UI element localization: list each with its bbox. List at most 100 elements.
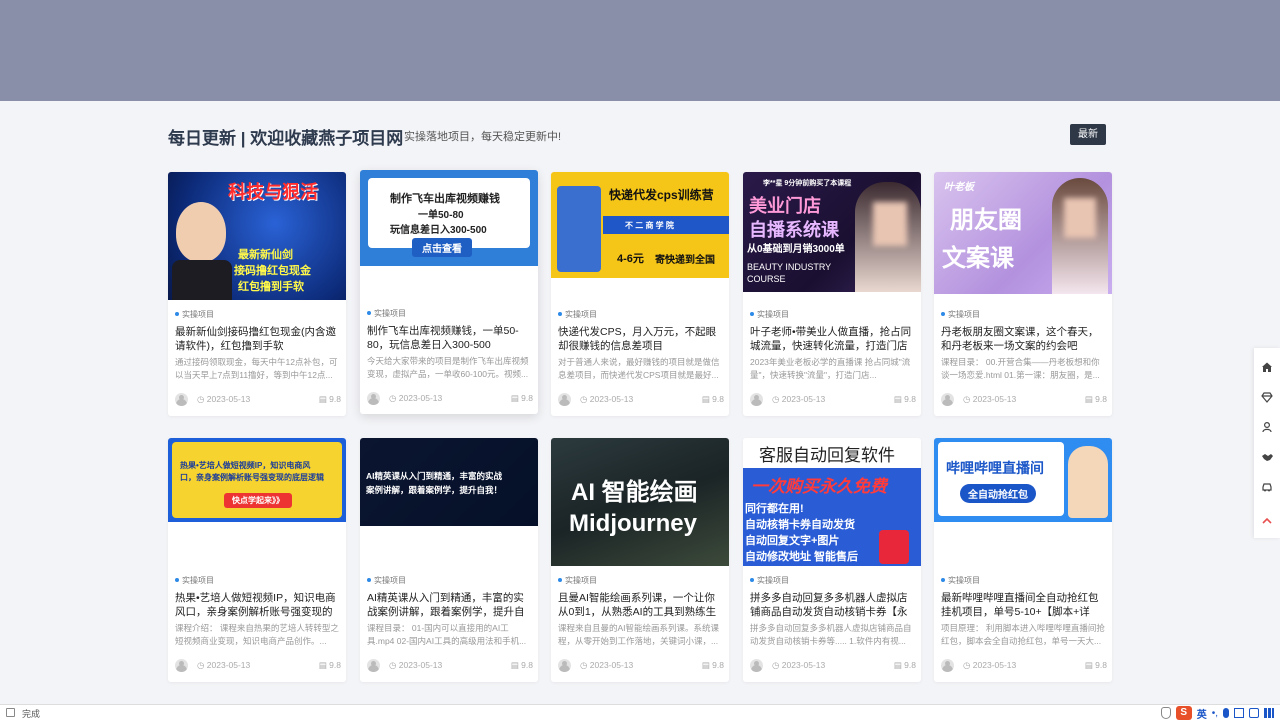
category-tag[interactable]: 实操项目 (941, 309, 980, 320)
card-title[interactable]: 丹老板朋友圈文案课，这个春天，和丹老板来一场文案的约会吧 (941, 326, 1107, 353)
card-thumbnail[interactable]: 李**星 9分钟前购买了本课程 美业门店 自播系统课 从0基础到月销3000单 … (743, 172, 921, 292)
card-footer: ◷ 2023-05-13 ▤ 9.8 (941, 393, 1107, 407)
card-title[interactable]: 且曼AI智能绘画系列课，一个让你从0到1，从熟悉AI的工具到熟练生成... (558, 592, 724, 619)
card-title[interactable]: 最新新仙剑接码撸红包现金(内含邀请软件)，红包撸到手软 (175, 326, 341, 353)
post-card[interactable]: AI 智能绘画 Midjourney 实操项目 且曼AI智能绘画系列课，一个让你… (551, 438, 729, 682)
avatar[interactable] (750, 393, 763, 406)
card-date: ◷ 2023-05-13 (389, 393, 443, 403)
skin-icon[interactable] (1249, 708, 1259, 718)
category-tag[interactable]: 实操项目 (175, 575, 214, 586)
post-card[interactable]: 快递代发cps训练营 不 二 商 学 院 4-6元 寄快递到全国 实操项目 快递… (551, 172, 729, 416)
card-title[interactable]: AI精英课从入门到精通，丰富的实战案例讲解，跟着案例学，提升自我！ (367, 592, 533, 619)
card-thumbnail[interactable]: 制作飞车出库视频赚钱 一单50-80 玩信息差日入300-500 点击查看 (360, 170, 538, 266)
microphone-icon[interactable] (1223, 708, 1229, 718)
thumb-text: 从0基础到月销3000单 (747, 244, 845, 255)
post-card[interactable]: 李**星 9分钟前购买了本课程 美业门店 自播系统课 从0基础到月销3000单 … (743, 172, 921, 416)
card-date: ◷ 2023-05-13 (963, 660, 1017, 670)
cartoon-figure (1068, 446, 1108, 518)
avatar[interactable] (941, 659, 954, 672)
card-thumbnail[interactable]: 叶老板 朋友圈 文案课 (934, 172, 1112, 294)
card-date: ◷ 2023-05-13 (772, 394, 826, 404)
card-desc: 通过接码领取现金，每天中午12点补包，可以当天早上7点到11撸好，等到中午12点… (175, 357, 338, 380)
post-card[interactable]: 叶老板 朋友圈 文案课 实操项目 丹老板朋友圈文案课，这个春天，和丹老板来一场文… (934, 172, 1112, 416)
card-title[interactable]: 热果•艺培人做短视频IP，知识电商风口，亲身案例解析账号强变现的底... (175, 592, 341, 619)
card-title[interactable]: 叶子老师•带美业人做直播，抢占同城流量，快速转化流量，打造门店盈... (750, 326, 916, 353)
thumb-text: 制作飞车出库视频赚钱 (390, 193, 500, 205)
thumb-text: 最新新仙剑 (238, 249, 293, 261)
user-icon[interactable] (1254, 414, 1280, 440)
thumb-text: 案例讲解，跟着案例学，提升自我！ (366, 485, 503, 495)
ime-language-label[interactable]: 英 (1197, 706, 1207, 720)
avatar[interactable] (941, 393, 954, 406)
category-tag[interactable]: 实操项目 (941, 575, 980, 586)
card-score: ▤ 9.8 (1084, 660, 1107, 670)
avatar[interactable] (558, 393, 571, 406)
thumb-text: 美业门店 (749, 196, 821, 216)
card-thumbnail[interactable]: 哔哩哔哩直播间 全自动抢红包 (934, 438, 1112, 522)
figure-illustration (557, 186, 601, 272)
category-tag[interactable]: 实操项目 (558, 575, 597, 586)
card-footer: ◷ 2023-05-13 ▤ 9.8 (558, 393, 724, 407)
thumb-text: BEAUTY INDUSTRY (747, 262, 832, 272)
blurred-face (1064, 198, 1096, 238)
card-date: ◷ 2023-05-13 (772, 660, 826, 670)
avatar[interactable] (367, 659, 380, 672)
car-icon[interactable] (1254, 474, 1280, 500)
category-tag[interactable]: 实操项目 (750, 309, 789, 320)
arrow-up-icon[interactable] (1254, 508, 1280, 534)
card-title[interactable]: 制作飞车出库视频赚钱，一单50-80，玩信息差日入300-500 (367, 325, 533, 352)
card-thumbnail[interactable]: AI 智能绘画 Midjourney (551, 438, 729, 566)
avatar[interactable] (175, 659, 188, 672)
post-card[interactable]: 客服自动回复软件 一次购买永久免费 同行都在用! 自动核销卡券自动发货 自动回复… (743, 438, 921, 682)
avatar[interactable] (750, 659, 763, 672)
card-date: ◷ 2023-05-13 (963, 394, 1017, 404)
post-card[interactable]: 哔哩哔哩直播间 全自动抢红包 实操项目 最新哔哩哔哩直播间全自动抢红包挂机项目，… (934, 438, 1112, 682)
card-title[interactable]: 拼多多自动回复多多机器人虚拟店铺商品自动发货自动核销卡券【永久... (750, 592, 916, 619)
browser-status-bar: 完成 S 英 •, (0, 704, 1280, 720)
handshake-icon[interactable] (1254, 444, 1280, 470)
avatar[interactable] (558, 659, 571, 672)
page-title: 每日更新 | 欢迎收藏燕子项目网 (168, 129, 404, 148)
category-tag[interactable]: 实操项目 (175, 309, 214, 320)
card-footer: ◷ 2023-05-13 ▤ 9.8 (175, 659, 341, 673)
card-desc: 拼多多自动回复多多机器人虚拟店铺商品自动发货自动核销卡券等..... 1.软件内… (750, 623, 912, 646)
diamond-icon[interactable] (1254, 384, 1280, 410)
card-desc: 2023年美业老板必学的直播课 抢占同城"流量"，快速转换"流量"，打造门店..… (750, 357, 911, 380)
latest-button[interactable]: 最新 (1070, 124, 1106, 145)
thumb-text: 朋友圈 (950, 207, 1022, 234)
home-icon[interactable] (1254, 354, 1280, 380)
avatar[interactable] (367, 392, 380, 405)
thumb-button: 快点学起来》》 (224, 493, 292, 508)
thumb-text: 玩信息差日入300-500 (390, 225, 487, 236)
avatar[interactable] (175, 393, 188, 406)
thumb-text: 一单50-80 (418, 210, 464, 221)
category-tag[interactable]: 实操项目 (367, 308, 406, 319)
card-score: ▤ 9.8 (510, 660, 533, 670)
card-thumbnail[interactable]: AI精英课从入门到精通，丰富的实战 案例讲解，跟着案例学，提升自我！ (360, 438, 538, 526)
post-card[interactable]: 制作飞车出库视频赚钱 一单50-80 玩信息差日入300-500 点击查看 实操… (360, 170, 538, 414)
category-tag[interactable]: 实操项目 (750, 575, 789, 586)
card-thumbnail[interactable]: 客服自动回复软件 一次购买永久免费 同行都在用! 自动核销卡券自动发货 自动回复… (743, 438, 921, 566)
card-score: ▤ 9.8 (510, 393, 533, 403)
card-thumbnail[interactable]: 科技与狠活 最新新仙剑 接码撸红包现金 红包撸到手软 (168, 172, 346, 300)
floating-sidebar (1254, 348, 1280, 538)
post-card[interactable]: 热果•艺培人做短视频IP，知识电商风 口，亲身案例解析账号强变现的底层逻辑 快点… (168, 438, 346, 682)
card-footer: ◷ 2023-05-13 ▤ 9.8 (367, 659, 533, 673)
card-thumbnail[interactable]: 快递代发cps训练营 不 二 商 学 院 4-6元 寄快递到全国 (551, 172, 729, 278)
card-title[interactable]: 最新哔哩哔哩直播间全自动抢红包挂机项目，单号5-10+【脚本+详细... (941, 592, 1107, 619)
post-card[interactable]: AI精英课从入门到精通，丰富的实战 案例讲解，跟着案例学，提升自我！ 实操项目 … (360, 438, 538, 682)
post-card[interactable]: 科技与狠活 最新新仙剑 接码撸红包现金 红包撸到手软 实操项目 最新新仙剑接码撸… (168, 172, 346, 416)
card-date: ◷ 2023-05-13 (197, 394, 251, 404)
card-title[interactable]: 快递代发CPS，月入万元，不起眼却很赚钱的信息差项目 (558, 326, 724, 353)
shield-icon[interactable] (1160, 707, 1171, 719)
sogou-ime-icon[interactable]: S (1175, 706, 1192, 720)
keyboard-icon[interactable] (1234, 708, 1244, 718)
punctuation-icon[interactable]: •, (1212, 708, 1218, 719)
card-footer: ◷ 2023-05-13 ▤ 9.8 (367, 392, 533, 406)
category-tag[interactable]: 实操项目 (367, 575, 406, 586)
category-tag[interactable]: 实操项目 (558, 309, 597, 320)
thumb-text: COURSE (747, 274, 786, 284)
card-thumbnail[interactable]: 热果•艺培人做短视频IP，知识电商风 口，亲身案例解析账号强变现的底层逻辑 快点… (168, 438, 346, 522)
toolbox-icon[interactable] (1264, 708, 1274, 718)
shop-logo (879, 530, 909, 564)
